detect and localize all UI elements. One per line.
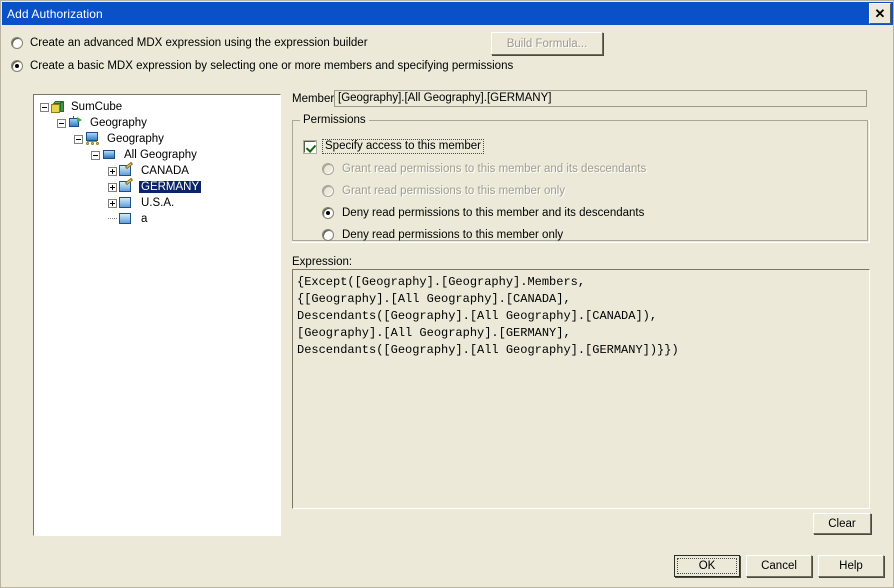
ok-button-label: OK bbox=[698, 560, 716, 572]
tree-node[interactable]: U.S.A. bbox=[34, 195, 280, 211]
radio-advanced-indicator[interactable] bbox=[11, 37, 23, 49]
expression-line: Descendants([Geography].[All Geography].… bbox=[297, 309, 658, 323]
title-bar: Add Authorization ✕ bbox=[2, 2, 893, 25]
help-button-label: Help bbox=[839, 560, 863, 572]
tree-node-label: Geography bbox=[107, 133, 164, 145]
tree-expander-collapse-icon[interactable] bbox=[57, 118, 66, 128]
expression-label: Expression: bbox=[292, 256, 353, 268]
expression-line: [Geography].[All Geography].[GERMANY], bbox=[297, 326, 571, 340]
member-edit-icon bbox=[119, 177, 135, 194]
radio-grant-member-only[interactable]: Grant read permissions to this member on… bbox=[322, 185, 565, 197]
clear-button[interactable]: Clear bbox=[813, 513, 871, 534]
tree-node-label: a bbox=[141, 213, 148, 225]
tree-node-label: CANADA bbox=[141, 165, 189, 177]
tree-expander-collapse-icon[interactable] bbox=[74, 134, 83, 144]
close-icon[interactable]: ✕ bbox=[869, 3, 891, 24]
cancel-button[interactable]: Cancel bbox=[746, 555, 812, 577]
metadata-tree[interactable]: SumCube Geography Geography All Geography CA… bbox=[32, 93, 282, 537]
expression-line: Descendants([Geography].[All Geography].… bbox=[297, 343, 679, 357]
tree-node[interactable]: a bbox=[34, 211, 280, 227]
specify-access-checkbox[interactable] bbox=[303, 139, 317, 154]
expression-line: {Except([Geography].[Geography].Members, bbox=[297, 275, 586, 289]
level-icon bbox=[102, 148, 118, 162]
tree-node[interactable]: GERMANY bbox=[34, 177, 280, 195]
radio-grant-member-only-label: Grant read permissions to this member on… bbox=[342, 185, 566, 197]
radio-deny-member-descendants-indicator[interactable] bbox=[322, 207, 334, 219]
tree-expander-collapse-icon[interactable] bbox=[91, 150, 100, 160]
add-authorization-dialog: Add Authorization ✕ Create an advanced M… bbox=[0, 0, 894, 588]
expression-line: {[Geography].[All Geography].[CANADA], bbox=[297, 292, 571, 306]
tree-node[interactable]: All Geography bbox=[34, 147, 280, 163]
specify-access-checkbox-row[interactable]: Specify access to this member bbox=[303, 139, 484, 154]
radio-basic-indicator[interactable] bbox=[11, 60, 23, 72]
permissions-group-title: Permissions bbox=[300, 114, 369, 126]
tree-node[interactable]: SumCube bbox=[34, 99, 280, 115]
radio-basic-label: Create a basic MDX expression by selecti… bbox=[30, 60, 514, 72]
member-edit-icon bbox=[119, 161, 135, 178]
specify-access-label: Specify access to this member bbox=[322, 139, 484, 154]
tree-expander-collapse-icon[interactable] bbox=[40, 102, 49, 112]
radio-basic-mdx[interactable]: Create a basic MDX expression by selecti… bbox=[11, 60, 513, 72]
radio-grant-member-descendants-label: Grant read permissions to this member an… bbox=[342, 163, 647, 175]
tree-node-label: SumCube bbox=[71, 101, 123, 113]
tree-connector bbox=[108, 218, 117, 220]
tree-node-label: Geography bbox=[90, 117, 147, 129]
member-value-field: [Geography].[All Geography].[GERMANY] bbox=[334, 90, 867, 107]
tree-expander-expand-icon[interactable] bbox=[108, 198, 117, 208]
tree-node-label: All Geography bbox=[124, 149, 197, 161]
tree-node-label: GERMANY bbox=[139, 181, 202, 193]
tree-expander-expand-icon[interactable] bbox=[108, 182, 117, 192]
tree-node[interactable]: Geography bbox=[34, 115, 280, 131]
help-button[interactable]: Help bbox=[818, 555, 884, 577]
radio-deny-member-only[interactable]: Deny read permissions to this member onl… bbox=[322, 229, 563, 241]
dimension-icon bbox=[68, 116, 84, 130]
build-formula-button[interactable]: Build Formula... bbox=[491, 32, 603, 55]
window-title: Add Authorization bbox=[7, 6, 103, 21]
radio-grant-member-only-indicator[interactable] bbox=[322, 185, 334, 197]
tree-node[interactable]: CANADA bbox=[34, 161, 280, 179]
clear-button-label: Clear bbox=[828, 517, 856, 530]
tree-node-label: U.S.A. bbox=[141, 197, 175, 209]
radio-deny-member-only-indicator[interactable] bbox=[322, 229, 334, 241]
tree-expander-expand-icon[interactable] bbox=[108, 166, 117, 176]
radio-advanced-label: Create an advanced MDX expression using … bbox=[30, 37, 368, 49]
radio-deny-member-descendants[interactable]: Deny read permissions to this member and… bbox=[322, 207, 644, 219]
hierarchy-icon bbox=[85, 132, 101, 146]
radio-deny-member-descendants-label: Deny read permissions to this member and… bbox=[342, 207, 645, 219]
radio-grant-member-descendants[interactable]: Grant read permissions to this member an… bbox=[322, 163, 646, 175]
member-label: Member: bbox=[292, 93, 338, 105]
member-icon bbox=[119, 212, 135, 226]
expression-textarea[interactable]: {Except([Geography].[Geography].Members,… bbox=[292, 269, 870, 509]
cancel-button-label: Cancel bbox=[761, 560, 797, 572]
radio-grant-member-descendants-indicator[interactable] bbox=[322, 163, 334, 175]
member-icon bbox=[119, 196, 135, 210]
ok-button[interactable]: OK bbox=[674, 555, 740, 577]
radio-deny-member-only-label: Deny read permissions to this member onl… bbox=[342, 229, 564, 241]
cube-icon bbox=[51, 100, 65, 114]
radio-advanced-mdx[interactable]: Create an advanced MDX expression using … bbox=[11, 37, 368, 49]
tree-node[interactable]: Geography bbox=[34, 131, 280, 147]
